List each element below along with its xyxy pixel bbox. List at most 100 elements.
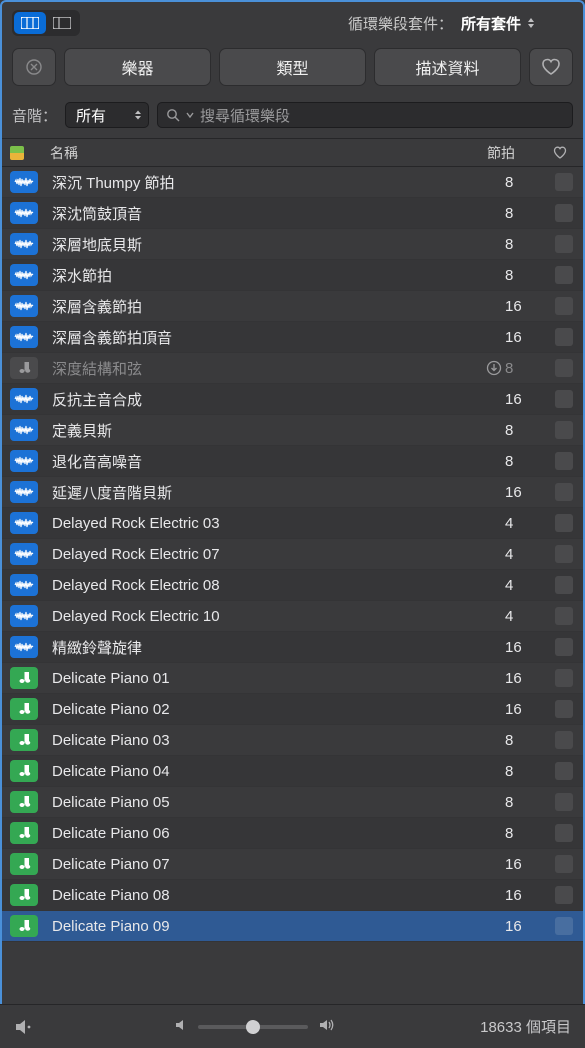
loop-row[interactable]: 反抗主音合成16 [2,384,583,415]
loop-type-icon [10,636,38,658]
loop-row[interactable]: Delicate Piano 0216 [2,694,583,725]
column-name[interactable]: 名稱 [44,143,487,163]
loop-beats: 16 [505,298,555,315]
loop-beats: 16 [505,670,555,687]
loop-list[interactable]: 深沉 Thumpy 節拍8深沈筒鼓頂音8深層地底貝斯8深水節拍8深層含義節拍16… [2,167,583,942]
loop-beats: 16 [505,887,555,904]
favorite-checkbox[interactable] [555,669,573,687]
loop-row[interactable]: Delayed Rock Electric 084 [2,570,583,601]
favorite-checkbox[interactable] [555,452,573,470]
favorite-checkbox[interactable] [555,235,573,253]
favorite-checkbox[interactable] [555,917,573,935]
favorite-checkbox[interactable] [555,421,573,439]
favorite-checkbox[interactable] [555,359,573,377]
loop-beats: 16 [505,856,555,873]
loop-name: 深度結構和弦 [52,358,483,379]
favorite-checkbox[interactable] [555,731,573,749]
loop-beats: 16 [505,391,555,408]
favorite-checkbox[interactable] [555,824,573,842]
favorite-checkbox[interactable] [555,328,573,346]
loop-pack-value: 所有套件 [461,13,521,34]
loop-name: Delayed Rock Electric 10 [52,608,483,625]
grid-view-button[interactable] [14,12,46,34]
loop-row[interactable]: 深層含義節拍 16 [2,291,583,322]
column-beats[interactable]: 節拍 [487,143,547,163]
loop-row[interactable]: 深層含義節拍頂音16 [2,322,583,353]
favorite-checkbox[interactable] [555,266,573,284]
loop-row[interactable]: 退化音高噪音8 [2,446,583,477]
favorite-checkbox[interactable] [555,886,573,904]
column-favorite[interactable] [547,146,573,159]
preview-speaker-button[interactable] [14,1019,34,1035]
column-view-button[interactable] [46,12,78,34]
loop-row[interactable]: Delicate Piano 0816 [2,880,583,911]
scale-select[interactable]: 所有 [65,102,149,128]
download-icon[interactable] [483,360,505,376]
favorite-checkbox[interactable] [555,390,573,408]
favorite-checkbox[interactable] [555,700,573,718]
loop-row[interactable]: Delicate Piano 048 [2,756,583,787]
loop-type-icon [10,202,38,224]
favorite-checkbox[interactable] [555,204,573,222]
close-circle-icon [25,58,43,76]
favorite-checkbox[interactable] [555,483,573,501]
filter-favorites-button[interactable] [529,48,573,86]
favorite-checkbox[interactable] [555,793,573,811]
loop-name: 深沉 Thumpy 節拍 [52,172,483,193]
loop-name: Delicate Piano 03 [52,732,483,749]
loop-type-icon [10,884,38,906]
column-type[interactable] [10,146,44,160]
favorite-checkbox[interactable] [555,173,573,191]
view-mode-toggle[interactable] [12,10,80,36]
favorite-checkbox[interactable] [555,576,573,594]
loop-row[interactable]: Delicate Piano 0716 [2,849,583,880]
loop-beats: 8 [505,236,555,253]
loop-beats: 16 [505,329,555,346]
loop-row[interactable]: 深水節拍8 [2,260,583,291]
loop-row[interactable]: Delicate Piano 0116 [2,663,583,694]
loop-name: 深沈筒鼓頂音 [52,203,483,224]
loop-beats: 16 [505,701,555,718]
loop-name: Delicate Piano 04 [52,763,483,780]
loop-name: Delayed Rock Electric 03 [52,515,483,532]
clear-filters-button[interactable] [12,48,56,86]
loop-beats: 16 [505,918,555,935]
loop-type-icon [10,233,38,255]
loop-row[interactable]: 定義貝斯8 [2,415,583,446]
loop-row[interactable]: 深度結構和弦8 [2,353,583,384]
search-input[interactable]: 搜尋循環樂段 [157,102,573,128]
favorite-checkbox[interactable] [555,607,573,625]
heart-icon [553,146,567,159]
volume-knob[interactable] [246,1020,260,1034]
chevron-updown-icon [527,17,535,29]
favorite-checkbox[interactable] [555,762,573,780]
loop-name: 深水節拍 [52,265,483,286]
favorite-checkbox[interactable] [555,545,573,563]
scale-value: 所有 [76,105,106,126]
favorite-checkbox[interactable] [555,297,573,315]
loop-row[interactable]: Delicate Piano 0916 [2,911,583,942]
loop-row[interactable]: Delayed Rock Electric 104 [2,601,583,632]
favorite-checkbox[interactable] [555,638,573,656]
loop-row[interactable]: 深沉 Thumpy 節拍8 [2,167,583,198]
filter-descriptors-button[interactable]: 描述資料 [374,48,521,86]
loop-row[interactable]: Delayed Rock Electric 034 [2,508,583,539]
type-chip-icon [10,146,24,160]
volume-slider[interactable] [198,1025,308,1029]
favorite-checkbox[interactable] [555,514,573,532]
filter-instruments-button[interactable]: 樂器 [64,48,211,86]
loop-row[interactable]: 延遲八度音階貝斯16 [2,477,583,508]
loop-row[interactable]: Delicate Piano 058 [2,787,583,818]
loop-row[interactable]: Delicate Piano 068 [2,818,583,849]
loop-pack-select[interactable]: 所有套件 [461,13,535,34]
loop-row[interactable]: 精緻鈴聲旋律16 [2,632,583,663]
loop-row[interactable]: 深層地底貝斯8 [2,229,583,260]
loop-name: 深層含義節拍 [52,296,483,317]
filter-types-button[interactable]: 類型 [219,48,366,86]
loop-row[interactable]: Delicate Piano 038 [2,725,583,756]
loop-beats: 16 [505,639,555,656]
loop-row[interactable]: 深沈筒鼓頂音8 [2,198,583,229]
favorite-checkbox[interactable] [555,855,573,873]
loop-row[interactable]: Delayed Rock Electric 074 [2,539,583,570]
loop-type-icon [10,915,38,937]
